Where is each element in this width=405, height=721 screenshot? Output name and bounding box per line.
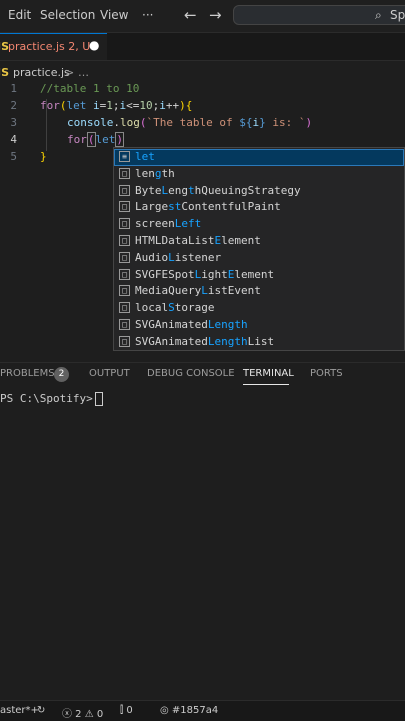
- branch-status[interactable]: aster*+: [0, 705, 39, 716]
- variable-icon: □: [119, 335, 130, 347]
- suggestion-item[interactable]: □ HTMLDataListElement: [114, 233, 404, 250]
- panel-tab-bar: PROBLEMS 2 OUTPUT DEBUG CONSOLE TERMINAL…: [0, 362, 405, 385]
- tab-ports[interactable]: PORTS: [310, 368, 343, 379]
- suggestion-item[interactable]: □ screenLeft: [114, 216, 404, 233]
- variable-icon: □: [119, 268, 130, 280]
- property-icon: □: [119, 167, 130, 179]
- suggestion-label: ByteLengthQueuingStrategy: [135, 183, 301, 197]
- variable-icon: □: [119, 218, 130, 230]
- status-bar: aster*+ ↻ ⓧ 2 ⚠ 0 ⫿ 0 ◎ #1857a4: [0, 700, 405, 721]
- line-number: 4: [10, 133, 17, 146]
- suggestion-label: MediaQueryListEvent: [135, 284, 261, 298]
- suggestion-item[interactable]: □ MediaQueryListEvent: [114, 283, 404, 300]
- menu-edit[interactable]: Edit: [8, 8, 31, 22]
- breadcrumb-more[interactable]: …: [78, 66, 89, 79]
- line-number: 3: [10, 116, 17, 129]
- back-arrow-icon[interactable]: ←: [184, 6, 197, 24]
- code-text: console.log(`The table of ${i} is: `): [67, 116, 313, 129]
- variable-icon: □: [119, 201, 130, 213]
- javascript-file-icon: JS: [0, 66, 10, 79]
- suggestion-label: localStorage: [135, 301, 215, 315]
- suggestion-item[interactable]: □ ByteLengthQueuingStrategy: [114, 183, 404, 200]
- terminal-output[interactable]: PS C:\Spotify>: [0, 392, 103, 406]
- line-number: 1: [10, 82, 17, 95]
- variable-icon: □: [119, 319, 130, 330]
- terminal-cursor: [94, 392, 103, 406]
- menu-selection[interactable]: Selection: [40, 8, 95, 22]
- suggestion-label: SVGFESpotLightElement: [135, 267, 275, 281]
- title-bar: Edit Selection View ··· ← → ⌕ Spo: [0, 0, 405, 33]
- suggestion-label: let: [135, 150, 155, 163]
- tab-practice-js[interactable]: JS practice.js 2, U ●: [0, 33, 107, 60]
- chevron-right-icon: >: [65, 66, 75, 79]
- autocomplete-suggestions[interactable]: ≡ let □ length □ ByteLengthQueuingStrategy □ La…: [113, 147, 405, 351]
- tab-output[interactable]: OUTPUT: [89, 368, 130, 379]
- suggestion-label: AudioListener: [135, 250, 222, 264]
- variable-icon: □: [119, 251, 130, 263]
- breadcrumb-file[interactable]: practice.js: [13, 66, 70, 79]
- code-text: for(let i=1;i<=10;i++){: [40, 99, 193, 112]
- code-line: 3 console.log(`The table of ${i} is: `): [0, 116, 405, 133]
- suggestion-label: SVGAnimatedLengthList: [135, 334, 275, 348]
- line-number: 5: [10, 150, 17, 163]
- search-text: Spo: [390, 8, 405, 22]
- terminal-prompt: PS C:\Spotify>: [0, 392, 93, 405]
- variable-icon: □: [119, 302, 130, 314]
- line-number: 2: [10, 99, 17, 112]
- ports-status[interactable]: ⫿ 0: [120, 705, 133, 716]
- suggestion-item[interactable]: □ SVGFESpotLightElement: [114, 267, 404, 284]
- breadcrumb: JS practice.js > …: [0, 62, 405, 82]
- variable-icon: □: [119, 184, 130, 196]
- code-text: for(let): [67, 132, 124, 147]
- comment: //table 1 to 10: [40, 82, 140, 95]
- suggestion-label: LargestContentfulPaint: [135, 200, 281, 214]
- suggestion-label: screenLeft: [135, 217, 202, 231]
- suggestion-label: length: [135, 166, 175, 180]
- suggestion-item[interactable]: □ LargestContentfulPaint: [114, 199, 404, 216]
- tab-problems[interactable]: PROBLEMS: [0, 368, 55, 379]
- keyword-icon: ≡: [119, 151, 130, 162]
- variable-icon: □: [119, 235, 130, 246]
- menu-view[interactable]: View: [100, 8, 128, 22]
- forward-arrow-icon[interactable]: →: [209, 6, 222, 24]
- editor-tab-bar: JS practice.js 2, U ●: [0, 33, 405, 61]
- suggestion-item[interactable]: □ SVGAnimatedLengthList: [114, 334, 404, 351]
- search-icon: ⌕: [375, 8, 382, 22]
- suggestion-label: SVGAnimatedLength: [135, 318, 248, 331]
- code-text: }: [40, 150, 47, 163]
- active-tab-indicator: [243, 384, 289, 385]
- sync-icon[interactable]: ↻: [37, 705, 45, 716]
- suggestion-label: HTMLDataListElement: [135, 234, 261, 247]
- suggestion-item[interactable]: □ SVGAnimatedLength: [114, 317, 404, 334]
- more-menu-icon[interactable]: ···: [142, 8, 153, 22]
- commit-status[interactable]: ◎ #1857a4: [160, 705, 218, 716]
- code-line: 2 for(let i=1;i<=10;i++){: [0, 99, 405, 116]
- problems-status[interactable]: ⓧ 2 ⚠ 0: [62, 705, 103, 720]
- indent-guide: [46, 99, 47, 151]
- variable-icon: □: [119, 285, 130, 297]
- tab-label: practice.js 2, U: [8, 40, 91, 53]
- suggestion-item[interactable]: □ length: [114, 166, 404, 183]
- tab-terminal[interactable]: TERMINAL: [243, 368, 294, 379]
- problems-count-badge: 2: [54, 367, 69, 382]
- suggestion-item[interactable]: □ localStorage: [114, 300, 404, 317]
- code-line: 1 //table 1 to 10: [0, 82, 405, 99]
- suggestion-item[interactable]: ≡ let: [114, 149, 404, 166]
- tab-debug-console[interactable]: DEBUG CONSOLE: [147, 368, 235, 379]
- unsaved-dot-icon[interactable]: ●: [89, 38, 99, 52]
- suggestion-item[interactable]: □ AudioListener: [114, 250, 404, 267]
